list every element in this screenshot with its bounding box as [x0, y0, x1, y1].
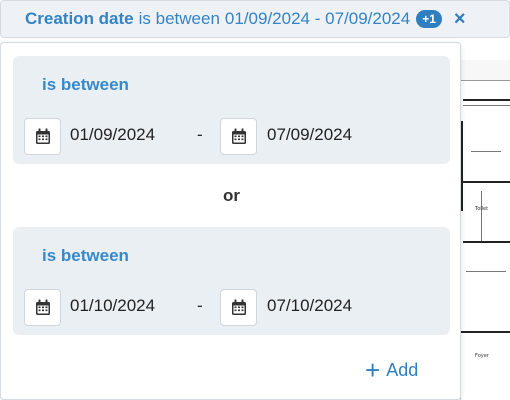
- add-condition-button[interactable]: + Add: [365, 357, 418, 383]
- end-date-value[interactable]: 07/09/2024: [267, 125, 352, 145]
- start-date-value[interactable]: 01/09/2024: [70, 125, 155, 145]
- calendar-icon: [35, 299, 50, 315]
- date-range-group: is between 01/10/2024 - 07/10/2024: [13, 227, 450, 335]
- end-date-picker-button[interactable]: [220, 118, 257, 155]
- operator-select[interactable]: is between: [42, 75, 129, 95]
- calendar-icon: [231, 128, 246, 144]
- background-floorplan: Toilet Foyer: [460, 60, 510, 400]
- calendar-icon: [231, 299, 246, 315]
- end-date-value[interactable]: 07/10/2024: [267, 296, 352, 316]
- operator-select[interactable]: is between: [42, 246, 129, 266]
- toilet-label: Toilet: [475, 206, 489, 212]
- date-range-group: is between 01/09/2024 - 07/09/2024: [13, 56, 450, 164]
- plus-icon: +: [365, 355, 381, 385]
- extra-filters-badge: +1: [416, 10, 442, 28]
- filter-chip[interactable]: Creation date is between 01/09/2024 - 07…: [0, 0, 510, 38]
- calendar-icon: [35, 128, 50, 144]
- range-separator: -: [197, 125, 203, 144]
- add-button-label: Add: [386, 359, 419, 380]
- floorplan-drawing: Toilet Foyer: [461, 80, 510, 400]
- start-date-picker-button[interactable]: [24, 289, 61, 326]
- foyer-label: Foyer: [475, 353, 489, 359]
- close-icon[interactable]: ×: [454, 9, 466, 29]
- end-date-picker-button[interactable]: [220, 289, 257, 326]
- or-separator-label: or: [223, 186, 240, 205]
- filter-operator-label: is between: [138, 9, 220, 28]
- filter-dropdown-panel: is between 01/09/2024 - 07/09/2024 or is…: [0, 42, 461, 400]
- filter-field-label: Creation date: [25, 9, 134, 28]
- start-date-value[interactable]: 01/10/2024: [70, 296, 155, 316]
- filter-range-label: 01/09/2024 - 07/09/2024: [224, 9, 411, 28]
- start-date-picker-button[interactable]: [24, 118, 61, 155]
- range-separator: -: [197, 296, 203, 315]
